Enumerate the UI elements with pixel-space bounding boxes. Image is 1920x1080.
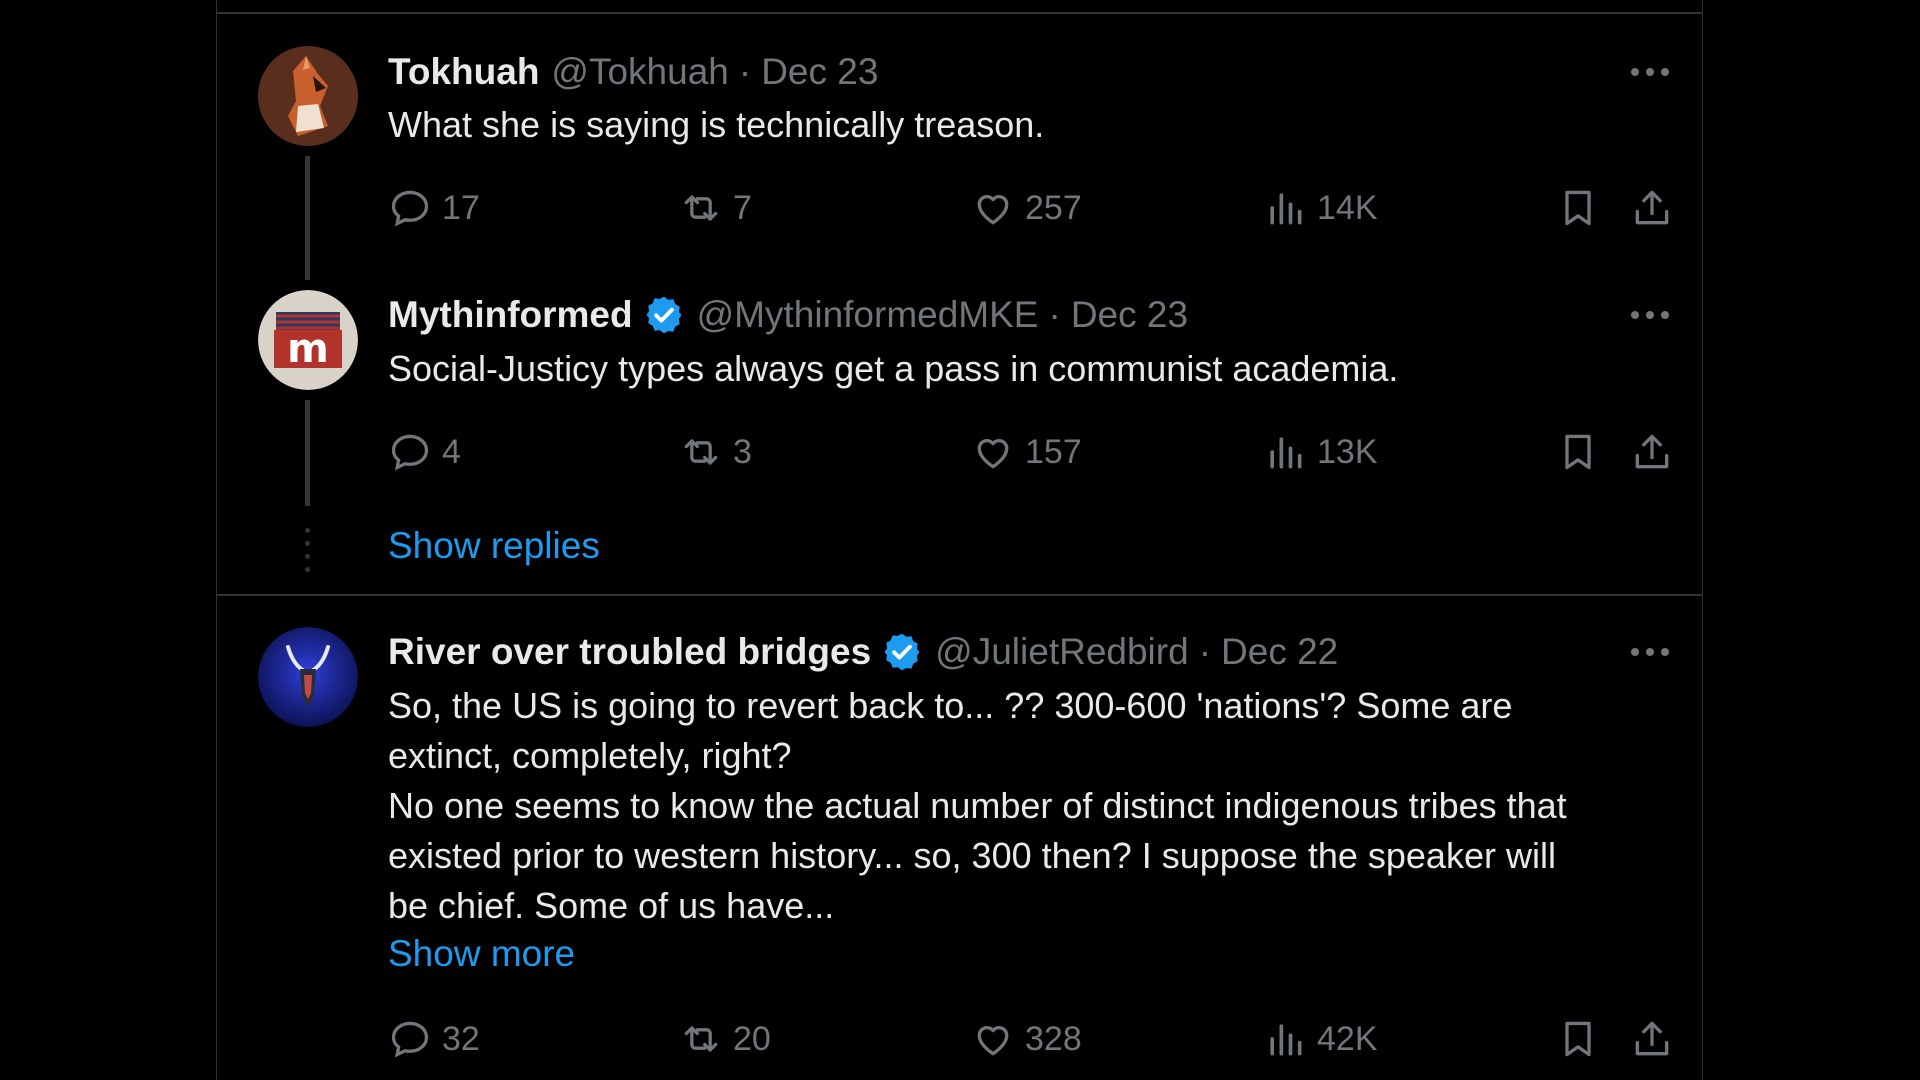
like-button[interactable]: 257 <box>971 183 1082 233</box>
repost-button[interactable]: 3 <box>679 427 752 477</box>
avatar-julietredbird[interactable] <box>258 627 358 727</box>
author-handle[interactable]: @MythinformedMKE <box>697 294 1039 336</box>
more-icon[interactable] <box>1628 630 1672 674</box>
show-more-link[interactable]: Show more <box>388 933 575 975</box>
repost-button[interactable]: 7 <box>679 183 752 233</box>
avatar-mythinformed[interactable]: m <box>258 290 358 390</box>
top-divider <box>217 12 1702 14</box>
views-count: 13K <box>1317 432 1378 471</box>
views-button[interactable]: 13K <box>1263 427 1378 477</box>
repost-count: 20 <box>733 1019 771 1058</box>
reply-count: 17 <box>442 188 480 227</box>
reply-count: 4 <box>442 432 461 471</box>
tweet-header: River over troubled bridges @JulietRedbi… <box>388 630 1672 674</box>
reply-icon <box>391 434 429 471</box>
like-icon <box>977 1026 1009 1056</box>
views-count: 14K <box>1317 188 1378 227</box>
tweet-text: What she is saying is technically treaso… <box>388 104 1045 145</box>
reply-button[interactable]: 17 <box>388 183 480 233</box>
like-count: 157 <box>1025 432 1082 471</box>
like-button[interactable]: 328 <box>971 1014 1082 1064</box>
thread-line <box>305 156 310 280</box>
tweet-header: Mythinformed @MythinformedMKE · Dec 23 <box>388 293 1672 337</box>
thread-dots <box>305 528 310 580</box>
repost-icon <box>684 195 718 221</box>
views-count: 42K <box>1317 1019 1378 1058</box>
share-button[interactable] <box>1630 427 1674 477</box>
bookmark-icon <box>1565 190 1591 226</box>
tweet-header: Tokhuah @Tokhuah · Dec 23 <box>388 50 1672 94</box>
author-name[interactable]: Tokhuah <box>388 51 539 93</box>
tweet-text: So, the US is going to revert back to...… <box>388 685 1567 926</box>
share-button[interactable] <box>1630 183 1674 233</box>
views-button[interactable]: 14K <box>1263 183 1378 233</box>
repost-icon <box>684 1026 718 1052</box>
views-icon <box>1270 437 1302 469</box>
verified-badge-icon[interactable] <box>643 294 685 336</box>
reply-count: 32 <box>442 1019 480 1058</box>
repost-count: 7 <box>733 188 752 227</box>
repost-count: 3 <box>733 432 752 471</box>
like-icon <box>977 195 1009 225</box>
header-separator: · <box>1198 631 1212 672</box>
views-button[interactable]: 42K <box>1263 1014 1378 1064</box>
views-icon <box>1270 1024 1302 1056</box>
author-handle[interactable]: @Tokhuah <box>551 51 728 93</box>
svg-text:m: m <box>287 326 329 372</box>
repost-button[interactable]: 20 <box>679 1014 771 1064</box>
bookmark-button[interactable] <box>1556 427 1600 477</box>
tweet-actions: 32 20 328 42K <box>388 1014 1672 1064</box>
header-separator: · <box>738 51 752 92</box>
tweet-actions: 4 3 157 13K <box>388 427 1672 477</box>
avatar-tokhuah[interactable] <box>258 46 358 146</box>
conversation-column: Tokhuah @Tokhuah · Dec 23 What she is sa… <box>216 0 1703 1080</box>
views-icon <box>1270 193 1302 225</box>
tweet-actions: 17 7 257 14K <box>388 183 1672 233</box>
author-name[interactable]: Mythinformed <box>388 294 633 336</box>
author-handle[interactable]: @JulietRedbird <box>935 631 1189 673</box>
more-icon[interactable] <box>1628 293 1672 337</box>
tweet-text: Social-Justicy types always get a pass i… <box>388 348 1399 389</box>
bookmark-icon <box>1565 1021 1591 1057</box>
verified-badge-icon[interactable] <box>881 631 923 673</box>
tweet-date[interactable]: Dec 23 <box>1071 294 1188 336</box>
repost-icon <box>684 439 718 465</box>
thread-line <box>305 400 310 506</box>
reply-icon <box>391 1021 429 1058</box>
share-icon <box>1635 190 1669 225</box>
like-button[interactable]: 157 <box>971 427 1082 477</box>
more-icon[interactable] <box>1628 50 1672 94</box>
like-icon <box>977 439 1009 469</box>
share-icon <box>1635 1021 1669 1056</box>
share-button[interactable] <box>1630 1014 1674 1064</box>
bookmark-button[interactable] <box>1556 183 1600 233</box>
author-name[interactable]: River over troubled bridges <box>388 631 871 673</box>
share-icon <box>1635 434 1669 469</box>
reply-icon <box>391 190 429 227</box>
tweet-date[interactable]: Dec 22 <box>1221 631 1338 673</box>
like-count: 328 <box>1025 1019 1082 1058</box>
show-replies-link[interactable]: Show replies <box>388 525 600 567</box>
bookmark-button[interactable] <box>1556 1014 1600 1064</box>
bookmark-icon <box>1565 434 1591 470</box>
section-divider <box>217 594 1702 596</box>
header-separator: · <box>1048 294 1061 335</box>
tweet-date[interactable]: Dec 23 <box>761 51 878 93</box>
reply-button[interactable]: 32 <box>388 1014 480 1064</box>
reply-button[interactable]: 4 <box>388 427 461 477</box>
like-count: 257 <box>1025 188 1082 227</box>
